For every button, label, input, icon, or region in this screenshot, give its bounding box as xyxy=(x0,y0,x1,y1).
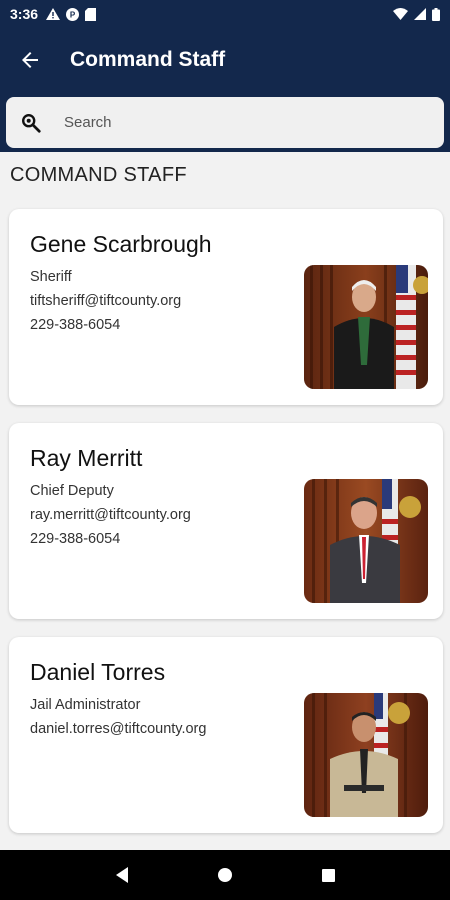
status-bar: 3:36 P xyxy=(0,0,450,28)
nav-recents-button[interactable] xyxy=(308,855,348,895)
staff-name: Ray Merritt xyxy=(30,445,143,471)
system-nav-bar xyxy=(0,850,450,900)
staff-phone[interactable]: 229-388-6054 xyxy=(30,317,120,333)
nav-home-button[interactable] xyxy=(205,855,245,895)
back-button[interactable] xyxy=(0,28,60,92)
staff-photo xyxy=(304,693,428,817)
wifi-icon xyxy=(393,8,408,20)
circle-home-icon xyxy=(217,868,232,882)
search-icon xyxy=(22,113,41,133)
staff-role: Jail Administrator xyxy=(30,697,141,713)
arrow-left-icon xyxy=(22,52,38,68)
staff-email[interactable]: ray.merritt@tiftcounty.org xyxy=(30,507,191,523)
sd-card-icon xyxy=(85,7,97,21)
search-input[interactable] xyxy=(64,114,424,131)
square-recents-icon xyxy=(321,868,335,882)
staff-card[interactable]: Daniel Torres Jail Administrator daniel.… xyxy=(9,637,443,833)
staff-phone[interactable]: 229-388-6054 xyxy=(30,531,120,547)
app-icon: P xyxy=(66,7,80,21)
battery-icon xyxy=(432,7,440,21)
search-bar[interactable] xyxy=(6,97,444,148)
staff-name: Gene Scarbrough xyxy=(30,231,212,257)
status-time: 3:36 xyxy=(10,6,39,22)
staff-photo xyxy=(304,265,428,389)
app-bar: Command Staff xyxy=(0,28,450,92)
signal-icon xyxy=(414,8,426,20)
staff-photo xyxy=(304,479,428,603)
section-title: COMMAND STAFF xyxy=(10,164,187,186)
staff-email[interactable]: daniel.torres@tiftcounty.org xyxy=(30,721,206,737)
search-area xyxy=(0,92,450,152)
page-title: Command Staff xyxy=(70,48,226,71)
staff-email[interactable]: tiftsheriff@tiftcounty.org xyxy=(30,293,181,309)
staff-name: Daniel Torres xyxy=(30,659,166,685)
svg-text:P: P xyxy=(70,10,76,19)
staff-role: Chief Deputy xyxy=(30,483,114,499)
staff-card[interactable]: Gene Scarbrough Sheriff tiftsheriff@tift… xyxy=(9,209,443,405)
triangle-back-icon xyxy=(115,867,128,883)
staff-card[interactable]: Ray Merritt Chief Deputy ray.merritt@tif… xyxy=(9,423,443,619)
alert-icon xyxy=(46,8,61,20)
nav-back-button[interactable] xyxy=(102,855,142,895)
staff-role: Sheriff xyxy=(30,269,72,285)
